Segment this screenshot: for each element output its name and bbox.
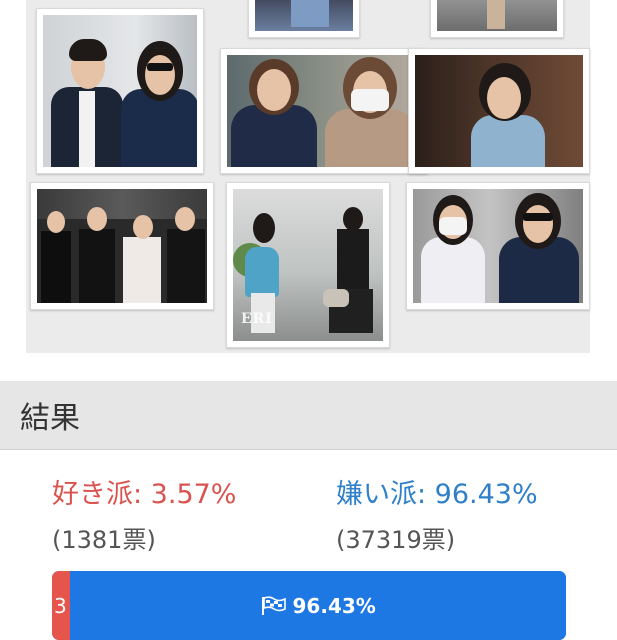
like-bar-segment: 3 bbox=[52, 571, 71, 640]
like-bar-label: 3 bbox=[54, 593, 67, 618]
gallery-photo-8[interactable] bbox=[406, 182, 590, 310]
dislike-vote-count: (37319票) bbox=[336, 526, 456, 554]
gallery-photo-7[interactable]: ERI bbox=[226, 182, 390, 348]
result-progress-bar: 3 96.43% bbox=[52, 571, 566, 640]
gallery-photo-6[interactable] bbox=[30, 182, 214, 310]
dislike-bar-segment: 96.43% bbox=[70, 571, 566, 640]
dislike-bar-label: 96.43% bbox=[292, 593, 376, 618]
gallery-photo-5[interactable] bbox=[408, 48, 590, 174]
result-title: 結果 bbox=[20, 401, 80, 436]
like-vote-count: (1381票) bbox=[52, 526, 156, 554]
dislike-percentage-label: 嫌い派: 96.43% bbox=[336, 479, 538, 510]
photo-watermark: ERI bbox=[241, 311, 273, 327]
gallery-photo-4[interactable] bbox=[220, 48, 428, 174]
gallery-photo-2[interactable] bbox=[430, 0, 564, 38]
result-header: 結果 bbox=[0, 381, 617, 450]
photo-gallery: ERI bbox=[26, 0, 590, 353]
gallery-photo-3[interactable] bbox=[36, 8, 204, 174]
gallery-photo-1[interactable] bbox=[248, 0, 360, 38]
checkered-flag-icon bbox=[261, 595, 287, 616]
like-percentage-label: 好き派: 3.57% bbox=[52, 479, 237, 510]
